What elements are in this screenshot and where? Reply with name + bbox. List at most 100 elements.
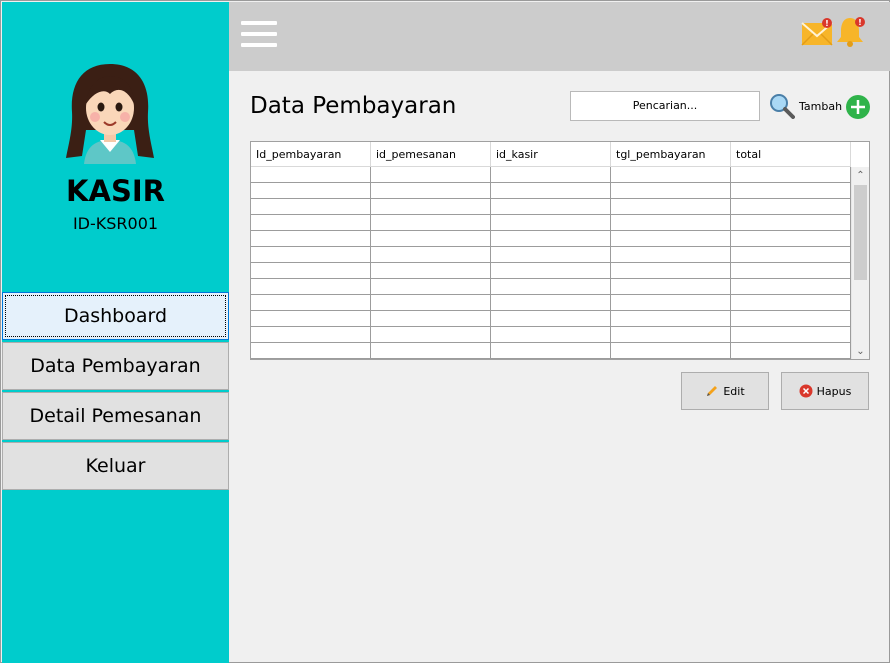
add-icon[interactable] bbox=[845, 94, 871, 120]
table-cell[interactable] bbox=[491, 199, 611, 214]
column-header-tgl-pembayaran[interactable]: tgl_pembayaran bbox=[611, 142, 731, 167]
table-row[interactable] bbox=[251, 183, 851, 199]
table-scrollbar[interactable]: ⌃ ⌄ bbox=[851, 167, 869, 359]
table-cell[interactable] bbox=[251, 247, 371, 262]
table-cell[interactable] bbox=[371, 295, 491, 310]
table-cell[interactable] bbox=[251, 183, 371, 198]
table-row[interactable] bbox=[251, 231, 851, 247]
scroll-down-arrow-icon[interactable]: ⌄ bbox=[852, 343, 869, 359]
table-cell[interactable] bbox=[251, 199, 371, 214]
table-cell[interactable] bbox=[251, 279, 371, 294]
table-cell[interactable] bbox=[371, 327, 491, 342]
table-row[interactable] bbox=[251, 295, 851, 311]
table-cell[interactable] bbox=[491, 231, 611, 246]
table-cell[interactable] bbox=[251, 295, 371, 310]
table-cell[interactable] bbox=[611, 183, 731, 198]
table-cell[interactable] bbox=[731, 295, 851, 310]
table-cell[interactable] bbox=[491, 167, 611, 182]
table-cell[interactable] bbox=[611, 199, 731, 214]
table-cell[interactable] bbox=[731, 343, 851, 358]
table-cell[interactable] bbox=[611, 231, 731, 246]
table-cell[interactable] bbox=[731, 167, 851, 182]
table-cell[interactable] bbox=[251, 327, 371, 342]
payments-table[interactable]: Id_pembayaran id_pemesanan id_kasir tgl_… bbox=[250, 141, 870, 360]
table-row[interactable] bbox=[251, 167, 851, 183]
table-cell[interactable] bbox=[371, 167, 491, 182]
table-header: Id_pembayaran id_pemesanan id_kasir tgl_… bbox=[251, 142, 851, 167]
table-cell[interactable] bbox=[371, 215, 491, 230]
table-cell[interactable] bbox=[731, 231, 851, 246]
table-cell[interactable] bbox=[491, 295, 611, 310]
table-cell[interactable] bbox=[371, 343, 491, 358]
table-cell[interactable] bbox=[611, 215, 731, 230]
table-cell[interactable] bbox=[731, 327, 851, 342]
column-header-id-pemesanan[interactable]: id_pemesanan bbox=[371, 142, 491, 167]
table-cell[interactable] bbox=[491, 311, 611, 326]
table-cell[interactable] bbox=[731, 199, 851, 214]
table-corner bbox=[851, 142, 869, 167]
table-cell[interactable] bbox=[611, 311, 731, 326]
column-header-total[interactable]: total bbox=[731, 142, 851, 167]
search-input[interactable]: Pencarian... bbox=[570, 91, 760, 121]
table-cell[interactable] bbox=[491, 215, 611, 230]
table-cell[interactable] bbox=[251, 311, 371, 326]
scroll-up-arrow-icon[interactable]: ⌃ bbox=[852, 167, 869, 184]
table-cell[interactable] bbox=[371, 311, 491, 326]
hamburger-menu-icon[interactable] bbox=[241, 21, 277, 47]
sidebar-item-data-pembayaran[interactable]: Data Pembayaran bbox=[2, 342, 229, 390]
edit-button[interactable]: Edit bbox=[681, 372, 769, 410]
table-row[interactable] bbox=[251, 247, 851, 263]
search-icon[interactable] bbox=[769, 93, 795, 119]
table-cell[interactable] bbox=[371, 183, 491, 198]
sidebar-item-detail-pemesanan[interactable]: Detail Pemesanan bbox=[2, 392, 229, 440]
column-header-id-kasir[interactable]: id_kasir bbox=[491, 142, 611, 167]
table-cell[interactable] bbox=[611, 295, 731, 310]
table-cell[interactable] bbox=[371, 279, 491, 294]
table-cell[interactable] bbox=[611, 327, 731, 342]
mail-notification-icon[interactable]: ! bbox=[801, 17, 835, 47]
scroll-thumb[interactable] bbox=[854, 185, 867, 280]
table-cell[interactable] bbox=[371, 231, 491, 246]
table-cell[interactable] bbox=[251, 215, 371, 230]
table-cell[interactable] bbox=[251, 263, 371, 278]
sidebar-item-keluar[interactable]: Keluar bbox=[2, 442, 229, 490]
bell-notification-icon[interactable]: ! bbox=[835, 15, 869, 47]
table-row[interactable] bbox=[251, 279, 851, 295]
table-cell[interactable] bbox=[491, 279, 611, 294]
table-cell[interactable] bbox=[731, 263, 851, 278]
sidebar-item-dashboard[interactable]: Dashboard bbox=[2, 292, 229, 340]
table-row[interactable] bbox=[251, 199, 851, 215]
pencil-icon bbox=[707, 386, 718, 396]
table-cell[interactable] bbox=[251, 231, 371, 246]
table-cell[interactable] bbox=[731, 215, 851, 230]
table-row[interactable] bbox=[251, 263, 851, 279]
table-cell[interactable] bbox=[251, 343, 371, 358]
table-cell[interactable] bbox=[491, 343, 611, 358]
table-cell[interactable] bbox=[371, 263, 491, 278]
table-row[interactable] bbox=[251, 215, 851, 231]
table-cell[interactable] bbox=[611, 263, 731, 278]
top-bar: ! ! bbox=[229, 2, 890, 71]
table-cell[interactable] bbox=[491, 327, 611, 342]
table-row[interactable] bbox=[251, 343, 851, 359]
column-header-id-pembayaran[interactable]: Id_pembayaran bbox=[251, 142, 371, 167]
table-cell[interactable] bbox=[731, 247, 851, 262]
table-cell[interactable] bbox=[611, 247, 731, 262]
table-cell[interactable] bbox=[491, 183, 611, 198]
table-row[interactable] bbox=[251, 327, 851, 343]
table-cell[interactable] bbox=[371, 247, 491, 262]
table-cell[interactable] bbox=[611, 343, 731, 358]
table-cell[interactable] bbox=[491, 263, 611, 278]
table-cell[interactable] bbox=[731, 279, 851, 294]
table-cell[interactable] bbox=[491, 247, 611, 262]
table-cell[interactable] bbox=[611, 279, 731, 294]
table-cell[interactable] bbox=[611, 167, 731, 182]
delete-button[interactable]: Hapus bbox=[781, 372, 869, 410]
table-row[interactable] bbox=[251, 311, 851, 327]
user-avatar-icon bbox=[66, 64, 154, 164]
add-button-label[interactable]: Tambah bbox=[799, 100, 842, 113]
table-cell[interactable] bbox=[371, 199, 491, 214]
table-cell[interactable] bbox=[731, 183, 851, 198]
table-cell[interactable] bbox=[731, 311, 851, 326]
table-cell[interactable] bbox=[251, 167, 371, 182]
